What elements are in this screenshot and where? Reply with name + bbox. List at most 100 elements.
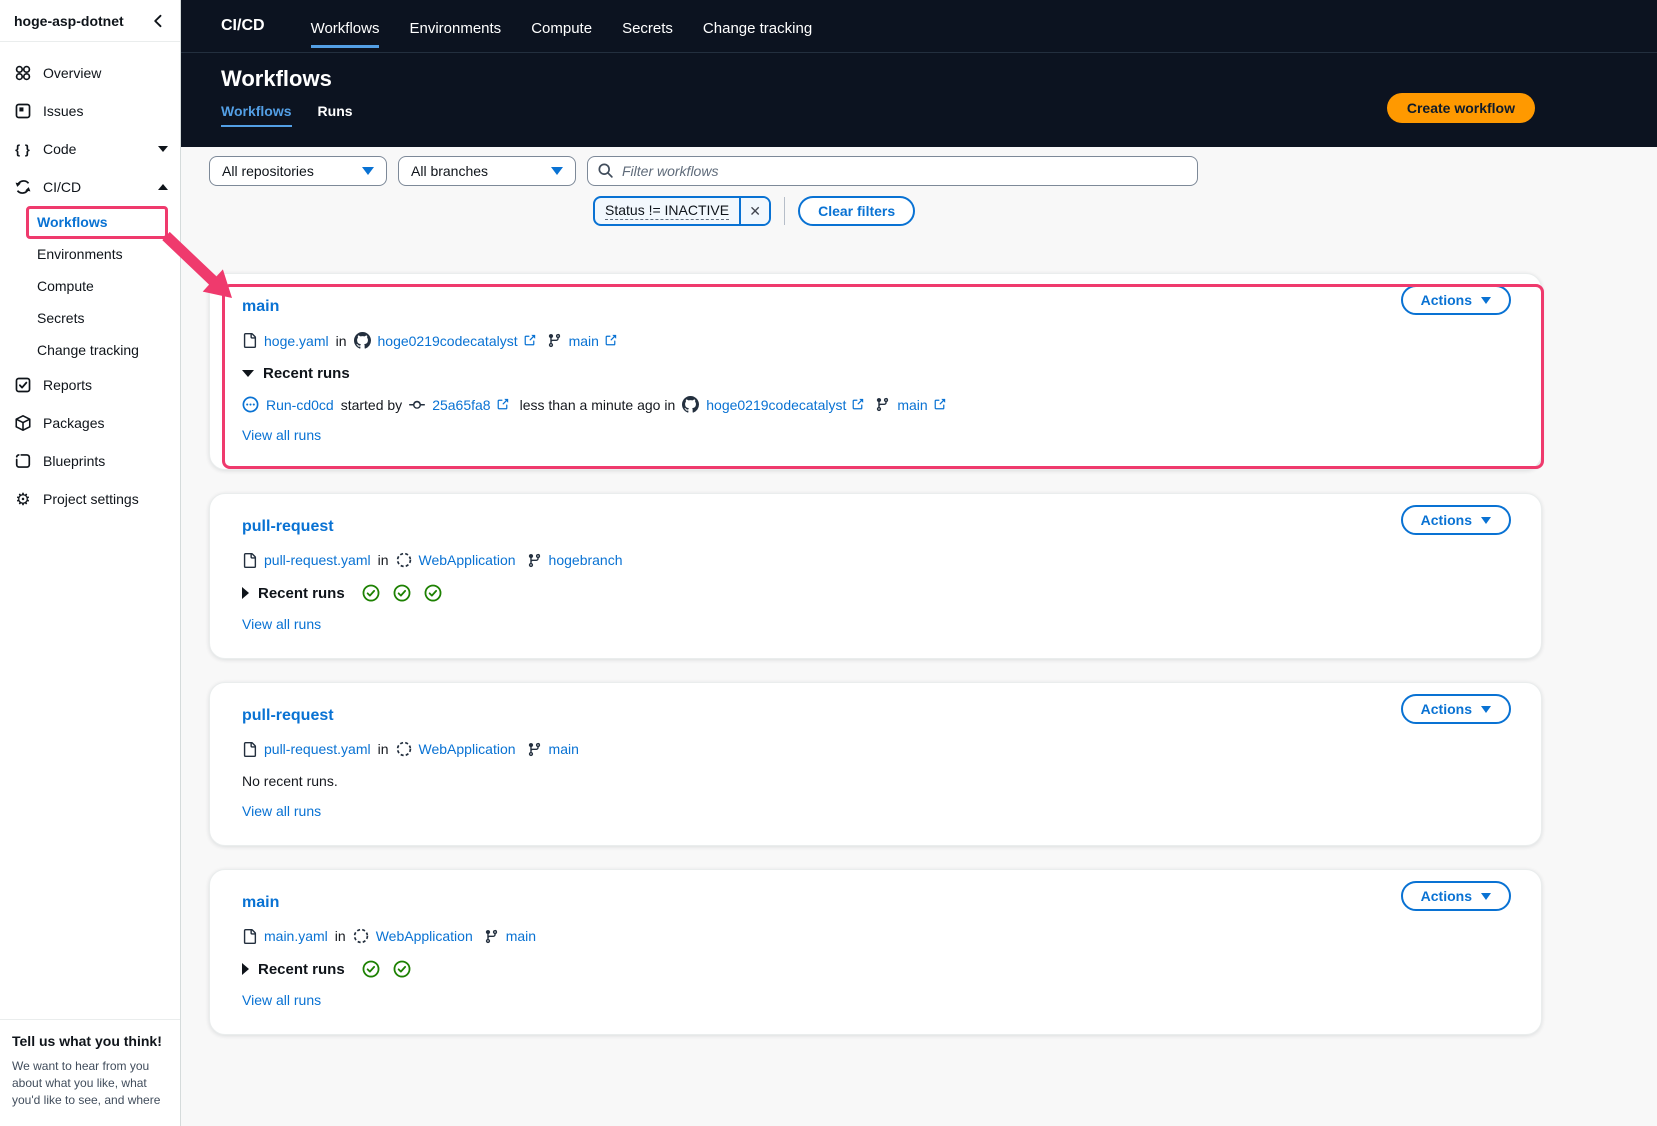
topnav-item-workflows[interactable]: Workflows <box>310 5 380 48</box>
repo-link[interactable]: WebApplication <box>376 928 473 944</box>
success-check-icon[interactable] <box>393 584 411 602</box>
branch-link[interactable]: hogebranch <box>549 552 623 568</box>
sidebar-item-code[interactable]: { } Code <box>0 130 180 168</box>
workflow-card-list: main Actions hoge.yaml in hoge0219codeca… <box>209 273 1544 1035</box>
external-link-icon[interactable] <box>523 334 536 347</box>
sidebar-header: hoge-asp-dotnet <box>0 0 180 42</box>
branch-link[interactable]: main <box>569 333 599 349</box>
page-header-left: Workflows Workflows Runs <box>221 68 353 147</box>
workflow-file-link[interactable]: main.yaml <box>264 928 328 944</box>
workflow-meta-row: pull-request.yaml in WebApplication main <box>242 741 1509 757</box>
repo-link[interactable]: WebApplication <box>419 741 516 757</box>
view-all-runs-link[interactable]: View all runs <box>242 427 321 443</box>
workflow-title-link[interactable]: main <box>242 894 279 912</box>
expand-collapse-icon[interactable] <box>242 963 249 975</box>
view-all-runs-link[interactable]: View all runs <box>242 616 321 632</box>
external-link-icon[interactable] <box>933 398 946 411</box>
view-all-runs-link[interactable]: View all runs <box>242 992 321 1008</box>
workflow-file-link[interactable]: hoge.yaml <box>264 333 329 349</box>
sidebar-item-reports[interactable]: Reports <box>0 366 180 404</box>
sidebar-item-label: Change tracking <box>37 342 139 358</box>
success-check-icon[interactable] <box>362 584 380 602</box>
token-label: Status != INACTIVE <box>605 202 730 220</box>
create-workflow-button[interactable]: Create workflow <box>1386 92 1535 123</box>
feedback-panel: Tell us what you think! We want to hear … <box>0 1019 180 1109</box>
repo-link[interactable]: hoge0219codecatalyst <box>706 397 846 413</box>
tab-workflows[interactable]: Workflows <box>221 103 292 127</box>
sidebar-item-compute[interactable]: Compute <box>0 270 180 302</box>
chevron-down-icon[interactable] <box>158 146 168 152</box>
topnav-section-cicd[interactable]: CI/CD <box>221 17 265 35</box>
close-icon[interactable]: ✕ <box>739 198 770 224</box>
actions-button[interactable]: Actions <box>1400 285 1511 315</box>
chevron-down-icon <box>551 167 563 175</box>
run-status-list <box>362 960 411 978</box>
success-check-icon[interactable] <box>424 584 442 602</box>
sidebar-item-blueprints[interactable]: Blueprints <box>0 442 180 480</box>
workflow-title-link[interactable]: pull-request <box>242 707 334 725</box>
filter-token-row: Status != INACTIVE ✕ Clear filters <box>593 196 1657 226</box>
topnav-item-environments[interactable]: Environments <box>409 5 501 48</box>
sidebar-collapse-icon[interactable] <box>150 13 166 29</box>
project-name: hoge-asp-dotnet <box>14 12 124 29</box>
workflow-card-main: main Actions hoge.yaml in hoge0219codeca… <box>209 273 1544 470</box>
header-tabs: Workflows Runs <box>221 103 353 127</box>
workflow-file-link[interactable]: pull-request.yaml <box>264 741 371 757</box>
view-all-runs-link[interactable]: View all runs <box>242 803 321 819</box>
sidebar-item-environments[interactable]: Environments <box>0 238 180 270</box>
sidebar-item-project-settings[interactable]: ⚙ Project settings <box>0 480 180 518</box>
branch-link[interactable]: main <box>506 928 536 944</box>
topnav-item-secrets[interactable]: Secrets <box>622 5 673 48</box>
sidebar-item-issues[interactable]: Issues <box>0 92 180 130</box>
sidebar-item-packages[interactable]: Packages <box>0 404 180 442</box>
repositories-dropdown[interactable]: All repositories <box>209 156 387 186</box>
actions-label: Actions <box>1420 512 1472 528</box>
actions-button[interactable]: Actions <box>1400 694 1511 724</box>
recent-runs-row: Recent runs <box>242 960 1509 978</box>
chevron-up-icon[interactable] <box>158 184 168 190</box>
code-braces-icon: { } <box>15 141 31 157</box>
run-row: Run-cd0cd started by 25a65fa8 less than … <box>242 396 1509 413</box>
recent-runs-row: Recent runs <box>242 365 1509 382</box>
branch-link[interactable]: main <box>549 741 579 757</box>
workflow-file-link[interactable]: pull-request.yaml <box>264 552 371 568</box>
topnav-item-change-tracking[interactable]: Change tracking <box>703 5 812 48</box>
feedback-title: Tell us what you think! <box>12 1033 162 1049</box>
sidebar-item-change-tracking[interactable]: Change tracking <box>0 334 180 366</box>
chevron-down-icon <box>362 167 374 175</box>
expand-collapse-icon[interactable] <box>242 370 254 377</box>
success-check-icon[interactable] <box>393 960 411 978</box>
workflow-title-link[interactable]: pull-request <box>242 518 334 536</box>
sidebar-item-workflows[interactable]: Workflows <box>0 206 180 239</box>
git-branch-icon <box>484 929 499 944</box>
external-link-icon[interactable] <box>604 334 617 347</box>
search-input[interactable] <box>587 156 1198 186</box>
commit-link[interactable]: 25a65fa8 <box>432 397 490 413</box>
branches-dropdown[interactable]: All branches <box>398 156 576 186</box>
actions-button[interactable]: Actions <box>1400 881 1511 911</box>
status-filter-token: Status != INACTIVE ✕ <box>593 196 772 226</box>
feedback-body: We want to hear from you about what you … <box>12 1059 161 1108</box>
sidebar-item-label: Workflows <box>37 214 108 230</box>
actions-button[interactable]: Actions <box>1400 505 1511 535</box>
external-link-icon[interactable] <box>851 398 864 411</box>
recent-runs-label: Recent runs <box>258 584 345 602</box>
sidebar-item-secrets[interactable]: Secrets <box>0 302 180 334</box>
repo-link[interactable]: hoge0219codecatalyst <box>378 333 518 349</box>
sidebar-item-cicd[interactable]: CI/CD <box>0 168 180 206</box>
content-area: All repositories All branches Status != … <box>181 147 1657 1126</box>
run-in-progress-icon <box>242 396 259 413</box>
branch-link[interactable]: main <box>897 397 927 413</box>
workflow-title-link[interactable]: main <box>242 298 279 316</box>
sidebar-item-overview[interactable]: Overview <box>0 54 180 92</box>
topnav-item-compute[interactable]: Compute <box>531 5 592 48</box>
repo-link[interactable]: WebApplication <box>419 552 516 568</box>
workflow-meta-row: main.yaml in WebApplication main <box>242 928 1509 944</box>
clear-filters-button[interactable]: Clear filters <box>798 196 916 226</box>
github-icon <box>682 396 699 413</box>
expand-collapse-icon[interactable] <box>242 587 249 599</box>
success-check-icon[interactable] <box>362 960 380 978</box>
tab-runs[interactable]: Runs <box>318 103 353 127</box>
external-link-icon[interactable] <box>496 398 509 411</box>
run-link[interactable]: Run-cd0cd <box>266 397 334 413</box>
